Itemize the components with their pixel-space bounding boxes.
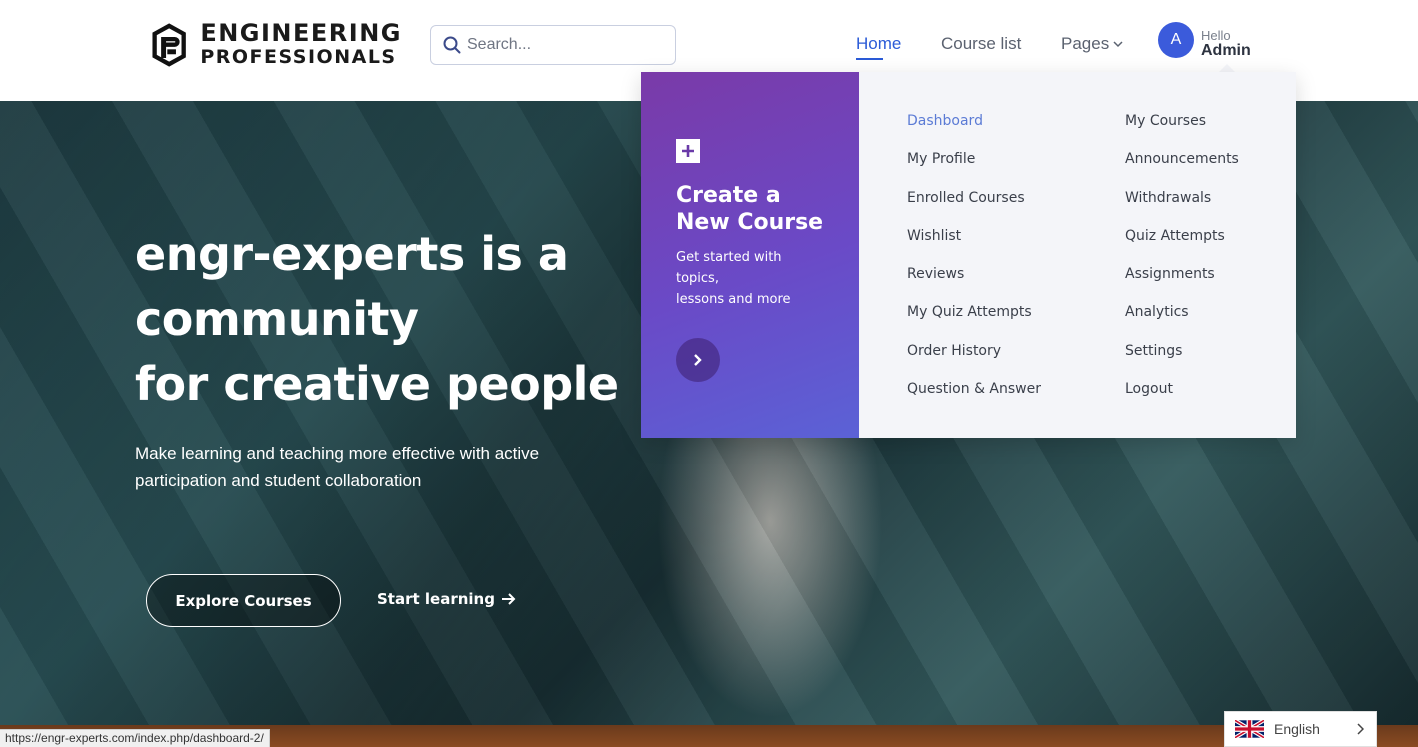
plus-icon (676, 139, 700, 163)
language-label: English (1274, 721, 1320, 737)
user-dropdown-menu: Create a New Course Get started with top… (641, 72, 1296, 438)
language-switcher[interactable]: English (1224, 711, 1377, 747)
explore-courses-button[interactable]: Explore Courses (146, 574, 341, 627)
search-icon (443, 36, 461, 54)
menu-item-enrolled-courses[interactable]: Enrolled Courses (907, 189, 1041, 227)
search-input[interactable] (467, 36, 657, 54)
create-course-title-line2: New Course (676, 210, 824, 235)
menu-item-reviews[interactable]: Reviews (907, 265, 1041, 303)
menu-item-my-profile[interactable]: My Profile (907, 150, 1041, 188)
site-logo[interactable]: ENGINEERING PROFESSIONALS (150, 8, 402, 82)
hero-title-line3: for creative people (135, 357, 619, 411)
menu-item-my-courses[interactable]: My Courses (1125, 112, 1239, 150)
menu-item-wishlist[interactable]: Wishlist (907, 227, 1041, 265)
hero-title-line2: community (135, 292, 419, 346)
menu-item-dashboard[interactable]: Dashboard (907, 112, 1041, 150)
menu-item-analytics[interactable]: Analytics (1125, 303, 1239, 341)
logo-line2: PROFESSIONALS (200, 46, 397, 68)
user-name[interactable]: Admin (1201, 42, 1251, 60)
create-course-title-line1: Create a (676, 183, 781, 208)
create-course-description: Get started with topics, lessons and mor… (676, 247, 826, 310)
uk-flag-icon (1235, 720, 1264, 738)
dashboard-links-col2: My Courses Announcements Withdrawals Qui… (1125, 112, 1239, 418)
menu-item-order-history[interactable]: Order History (907, 342, 1041, 380)
create-course-desc-line1: Get started with topics, (676, 250, 782, 286)
nav-pages-label: Pages (1061, 34, 1110, 53)
dashboard-links-col1: Dashboard My Profile Enrolled Courses Wi… (907, 112, 1041, 418)
menu-item-assignments[interactable]: Assignments (1125, 265, 1239, 303)
nav-home-underline (856, 58, 883, 60)
hero-subtitle: Make learning and teaching more effectiv… (135, 444, 540, 490)
menu-item-settings[interactable]: Settings (1125, 342, 1239, 380)
menu-item-question-answer[interactable]: Question & Answer (907, 380, 1041, 418)
create-course-button[interactable] (676, 338, 720, 382)
start-learning-link[interactable]: Start learning (377, 590, 517, 608)
user-greeting: Hello (1201, 28, 1231, 43)
logo-line1: ENGINEERING (200, 19, 402, 47)
hero-title: engr-experts is a community for creative… (135, 222, 655, 417)
arrow-right-icon (501, 593, 516, 605)
dashboard-links: Dashboard My Profile Enrolled Courses Wi… (859, 72, 1296, 438)
logo-mark-icon (152, 23, 186, 67)
create-course-title: Create a New Course (676, 182, 846, 236)
nav-pages[interactable]: Pages (1061, 34, 1123, 54)
menu-item-announcements[interactable]: Announcements (1125, 150, 1239, 188)
start-learning-label: Start learning (377, 590, 495, 608)
create-course-panel[interactable]: Create a New Course Get started with top… (641, 72, 859, 438)
menu-item-my-quiz-attempts[interactable]: My Quiz Attempts (907, 303, 1041, 341)
create-course-desc-line2: lessons and more (676, 292, 791, 307)
menu-item-logout[interactable]: Logout (1125, 380, 1239, 418)
logo-text: ENGINEERING PROFESSIONALS (200, 21, 402, 69)
avatar[interactable]: A (1158, 22, 1194, 58)
nav-course-list[interactable]: Course list (941, 34, 1021, 54)
chevron-right-icon (1357, 723, 1364, 735)
chevron-down-icon (1113, 41, 1123, 48)
search-box[interactable] (430, 25, 676, 65)
chevron-right-icon (694, 354, 702, 366)
status-bar-url: https://engr-experts.com/index.php/dashb… (0, 729, 270, 747)
nav-home[interactable]: Home (856, 34, 901, 54)
hero-title-line1: engr-experts is a (135, 227, 569, 281)
menu-item-withdrawals[interactable]: Withdrawals (1125, 189, 1239, 227)
menu-item-quiz-attempts[interactable]: Quiz Attempts (1125, 227, 1239, 265)
